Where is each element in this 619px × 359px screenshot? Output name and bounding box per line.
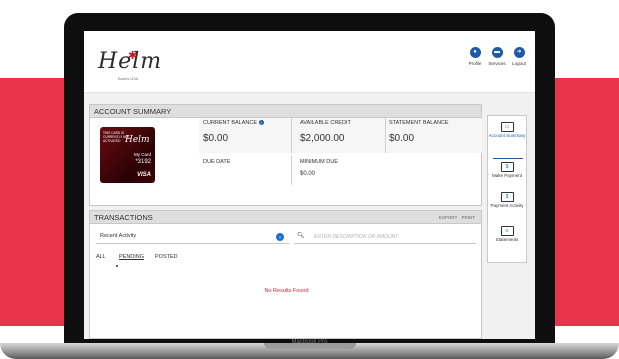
tab-posted[interactable]: POSTED <box>155 254 178 260</box>
export-link[interactable]: EXPORT <box>439 215 457 220</box>
active-sidebar-indicator <box>493 158 523 159</box>
transaction-search: 🔍︎ <box>294 229 476 244</box>
sidebar-item-label: Make Payment <box>491 173 522 178</box>
search-input[interactable] <box>314 231 469 242</box>
card-name: My Card <box>133 152 151 157</box>
sidebar-item-account-summary[interactable]: ▭ Account Summary <box>488 122 526 138</box>
logo-star-icon: ✱ <box>128 50 138 62</box>
minimum-due-label: MINIMUM DUE <box>300 159 338 165</box>
credit-card-image[interactable]: THIS CARD IS CURRENTLY NOT ACTIVATED Hel… <box>100 127 155 183</box>
main-content: ACCOUNT SUMMARY THIS CARD IS CURRENTLY N… <box>84 93 535 339</box>
sidebar-item-label: Account Summary <box>488 133 526 138</box>
transactions-panel: TRANSACTIONS EXPORT PRINT Recent Activit… <box>89 210 482 339</box>
stat-divider <box>385 118 386 153</box>
account-summary-icon: ▭ <box>500 122 514 132</box>
available-credit-label: AVAILABLE CREDIT <box>300 120 351 126</box>
print-link[interactable]: PRINT <box>462 215 476 220</box>
stat-divider <box>291 155 292 185</box>
nav-logout-label: Logout <box>512 61 526 66</box>
transactions-title: TRANSACTIONS <box>94 213 153 222</box>
statements-icon: ≡ <box>500 226 514 236</box>
available-credit-value: $2,000.00 <box>300 133 345 144</box>
account-summary-title: ACCOUNT SUMMARY <box>90 105 481 118</box>
account-summary-panel: ACCOUNT SUMMARY THIS CARD IS CURRENTLY N… <box>89 104 482 206</box>
statement-balance-value: $0.00 <box>389 133 415 144</box>
card-network: VISA <box>136 172 151 178</box>
statement-balance-label: STATEMENT BALANCE <box>389 120 449 126</box>
sidebar-item-statements[interactable]: ≡ Statements <box>488 226 526 242</box>
sidebar-item-label: Payment Activity <box>490 203 524 208</box>
no-results-message: No Results Found <box>264 288 309 294</box>
card-number: *3192 <box>135 159 151 165</box>
top-bar: Helm ✱ Bases USA ● Profile ▬ Services ➜ … <box>84 31 535 93</box>
transactions-header: TRANSACTIONS EXPORT PRINT <box>90 211 481 224</box>
nav-logout[interactable]: ➜ Logout <box>506 47 532 66</box>
sidebar-item-make-payment[interactable]: $ Make Payment <box>488 162 526 178</box>
transaction-actions: EXPORT PRINT <box>436 211 475 224</box>
sidebar-item-label: Statements <box>495 237 519 242</box>
stat-divider <box>291 118 292 153</box>
current-balance-label-text: CURRENT BALANCE <box>203 120 257 126</box>
due-date-label: DUE DATE <box>203 159 231 165</box>
logout-icon: ➜ <box>513 47 525 58</box>
sidebar-nav: ▭ Account Summary $ Make Payment $ Payme… <box>487 115 527 263</box>
make-payment-icon: $ <box>500 162 514 172</box>
balance-stats: CURRENT BALANCE i $0.00 AVAILABLE CREDIT… <box>199 118 482 153</box>
laptop-notch <box>264 343 356 349</box>
activity-filter-value: Recent Activity <box>100 233 137 239</box>
active-tab-indicator <box>116 265 118 267</box>
current-balance-value: $0.00 <box>203 133 229 144</box>
search-icon[interactable]: 🔍︎ <box>297 232 305 239</box>
minimum-due-value: $0.00 <box>300 171 316 177</box>
logo-subtitle: Bases USA <box>118 76 139 81</box>
card-logo: Helm <box>125 135 150 145</box>
laptop-screen: Helm ✱ Bases USA ● Profile ▬ Services ➜ … <box>84 31 535 339</box>
person-icon: ● <box>469 47 481 58</box>
tab-all[interactable]: ALL <box>96 254 106 260</box>
info-icon[interactable]: i <box>258 120 264 126</box>
sidebar-item-payment-activity[interactable]: $ Payment Activity <box>488 192 526 208</box>
card-icon: ▬ <box>491 47 503 58</box>
current-balance-label: CURRENT BALANCE i <box>203 120 264 126</box>
payment-activity-icon: $ <box>500 192 514 202</box>
activity-filter-select[interactable]: Recent Activity ⌄ <box>96 229 289 244</box>
marketing-stage: MacBook Pro Helm ✱ Bases USA ● Profile ▬… <box>0 0 619 359</box>
tab-pending[interactable]: PENDING <box>119 254 144 260</box>
chevron-down-icon[interactable]: ⌄ <box>276 233 284 241</box>
